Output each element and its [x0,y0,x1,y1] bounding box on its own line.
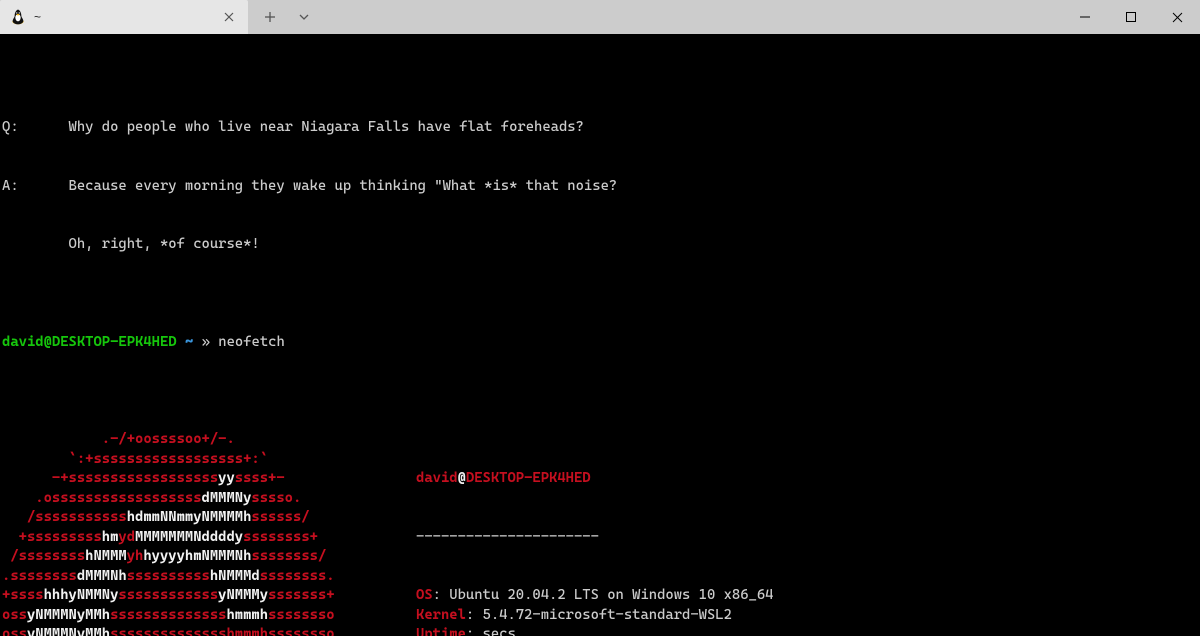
maximize-button[interactable] [1108,0,1154,34]
neofetch-info-label: OS [416,587,433,603]
neofetch-info-column: david@DESKTOP-EPK4HED ------------------… [416,430,774,636]
close-icon [1172,12,1183,23]
chevron-down-icon [298,13,310,21]
neofetch-info-value: Ubuntu 20.04.2 LTS on Windows 10 x86_64 [449,587,773,603]
ascii-row: `:+ssssssssssssssssss+:` [2,450,416,470]
neofetch-info-value: secs [483,626,516,636]
new-tab-button[interactable] [262,9,278,25]
maximize-icon [1126,12,1136,22]
window-controls [1062,0,1200,34]
tux-icon [10,9,26,25]
close-icon [224,12,234,22]
neofetch-info-label: Kernel [416,607,466,623]
terminal-body[interactable]: Q: Why do people who live near Niagara F… [0,34,1200,636]
ascii-row: .-/+oossssoo+/-. [2,430,416,450]
fortune-answer-line1: A: Because every morning they wake up th… [2,177,1198,197]
plus-icon [264,11,276,23]
fortune-question: Q: Why do people who live near Niagara F… [2,118,1198,138]
neofetch-header: david@DESKTOP-EPK4HED [416,469,774,489]
close-window-button[interactable] [1154,0,1200,34]
prompt-line-1: david@DESKTOP-EPK4HED ~ » neofetch [2,333,1198,353]
tab-controls [248,0,326,34]
neofetch-info-value: 5.4.72-microsoft-standard-WSL2 [483,607,732,623]
minimize-icon [1080,12,1090,22]
minimize-button[interactable] [1062,0,1108,34]
neofetch-separator: ---------------------- [416,528,774,548]
tab-title: ~ [34,10,212,24]
ascii-row: /ssssssssssshdmmNNmmyNMMMMhssssss/ [2,508,416,528]
neofetch-ascii-logo: .-/+oossssoo+/-. `:+ssssssssssssssssss+:… [2,430,416,636]
ascii-row: ossyNMMMNyMMhsssssssssssssshmmmhssssssso [2,625,416,636]
ascii-row: -+ssssssssssssssssssyyssss+- [2,469,416,489]
neofetch-info-row: OS: Ubuntu 20.04.2 LTS on Windows 10 x86… [416,586,774,606]
ascii-row: /sssssssshNMMMyhhyyyyhmNMMMNhssssssss/ [2,547,416,567]
titlebar-drag-region[interactable] [326,0,1062,34]
ascii-row: .ssssssssdMMMNhsssssssssshNMMMdssssssss. [2,567,416,587]
window-titlebar: ~ [0,0,1200,34]
tab-dropdown-button[interactable] [296,9,312,25]
active-tab[interactable]: ~ [0,0,248,34]
ascii-row: +sssshhhyNMMNyssssssssssssyNMMMysssssss+ [2,586,416,606]
neofetch-info-label: Uptime [416,626,466,636]
tab-close-button[interactable] [220,8,238,26]
ascii-row: +ssssssssshmydMMMMMMMNddddyssssssss+ [2,528,416,548]
neofetch-info-row: Kernel: 5.4.72-microsoft-standard-WSL2 [416,606,774,626]
ascii-row: .ossssssssssssssssssdMMMNysssso. [2,489,416,509]
neofetch-output: .-/+oossssoo+/-. `:+ssssssssssssssssss+:… [2,430,1198,636]
fortune-answer-line2: Oh, right, *of course*! [2,235,1198,255]
ascii-row: ossyNMMMNyMMhsssssssssssssshmmmhssssssso [2,606,416,626]
neofetch-info-row: Uptime: secs [416,625,774,636]
